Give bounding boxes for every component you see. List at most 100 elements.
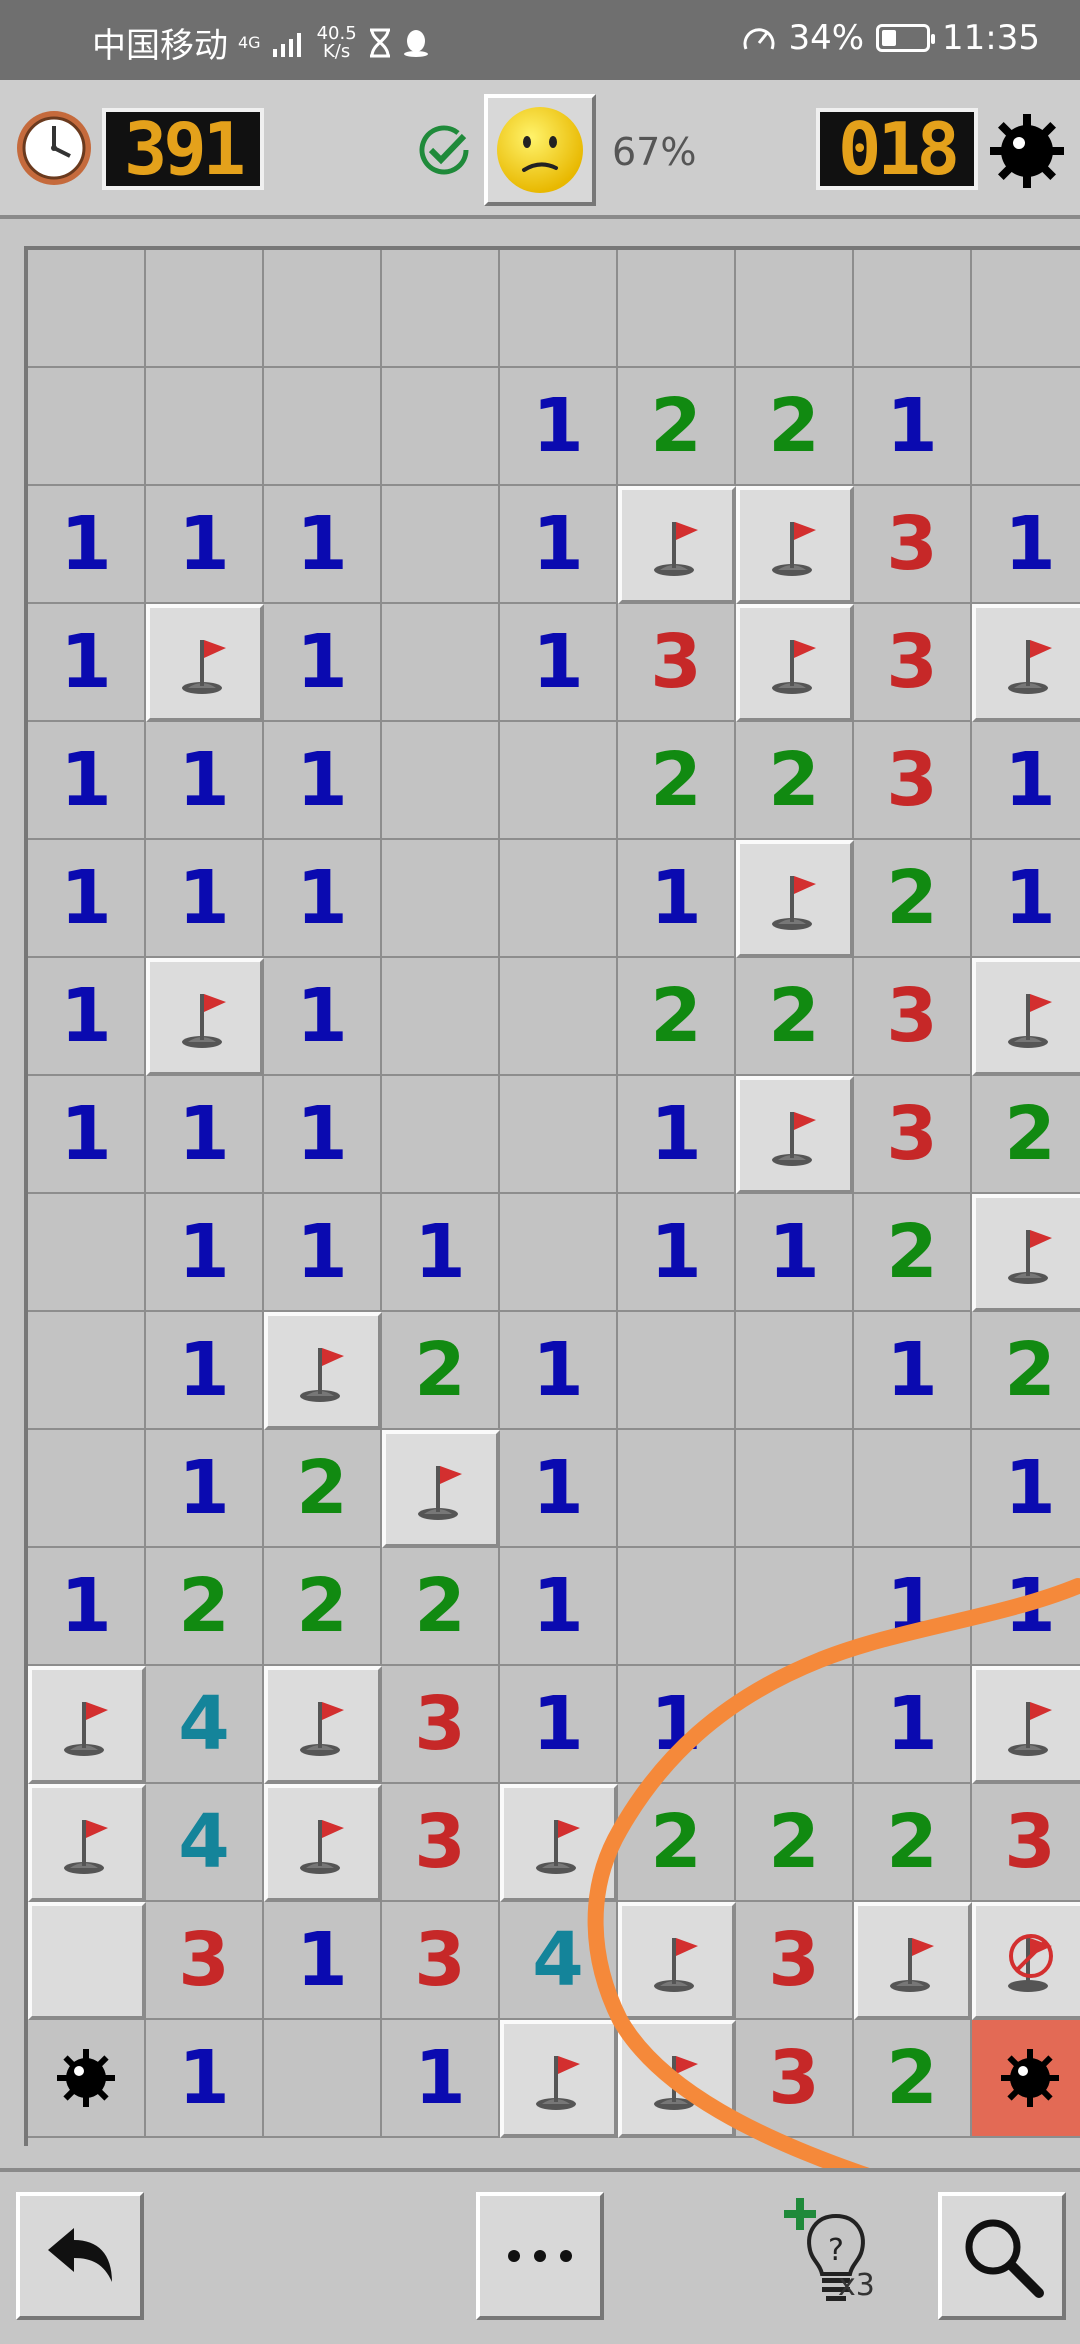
cell-number[interactable]: 1 <box>854 368 972 486</box>
cell-number[interactable]: 3 <box>854 486 972 604</box>
cell-number[interactable]: 1 <box>500 1666 618 1784</box>
cell-number[interactable]: 1 <box>500 1430 618 1548</box>
cell-number[interactable]: 1 <box>146 722 264 840</box>
cell-number[interactable]: 2 <box>382 1548 500 1666</box>
cell-number[interactable]: 1 <box>972 722 1080 840</box>
cell-flagged[interactable] <box>972 1194 1080 1312</box>
cell-flagged[interactable] <box>264 1666 382 1784</box>
cell-number[interactable]: 1 <box>264 840 382 958</box>
cell-flagged[interactable] <box>264 1784 382 1902</box>
cell-empty[interactable] <box>264 368 382 486</box>
cell-empty[interactable] <box>736 1548 854 1666</box>
cell-empty[interactable] <box>500 1194 618 1312</box>
cell-number[interactable]: 2 <box>264 1548 382 1666</box>
undo-button[interactable] <box>16 2192 144 2320</box>
cell-number[interactable]: 3 <box>382 1784 500 1902</box>
cell-number[interactable]: 3 <box>146 1902 264 2020</box>
zoom-button[interactable] <box>938 2192 1066 2320</box>
cell-flagged[interactable] <box>618 1902 736 2020</box>
cell-empty[interactable] <box>500 958 618 1076</box>
cell-number[interactable]: 2 <box>736 1784 854 1902</box>
cell-number[interactable]: 3 <box>736 2020 854 2138</box>
cell-empty[interactable] <box>28 1194 146 1312</box>
cell-number[interactable]: 3 <box>618 604 736 722</box>
cell-wrong-flag[interactable] <box>972 1902 1080 2020</box>
cell-number[interactable]: 1 <box>854 1666 972 1784</box>
cell-number[interactable]: 1 <box>264 958 382 1076</box>
cell-number[interactable]: 1 <box>500 604 618 722</box>
cell-flagged[interactable] <box>146 604 264 722</box>
cell-number[interactable]: 2 <box>972 1312 1080 1430</box>
cell-number[interactable]: 1 <box>618 1076 736 1194</box>
cell-number[interactable]: 1 <box>854 1312 972 1430</box>
cell-number[interactable]: 1 <box>500 1312 618 1430</box>
cell-number[interactable]: 1 <box>146 840 264 958</box>
cell-number[interactable]: 3 <box>854 604 972 722</box>
cell-number[interactable]: 1 <box>854 1548 972 1666</box>
cell-empty[interactable] <box>736 1666 854 1784</box>
cell-number[interactable]: 3 <box>972 1784 1080 1902</box>
cell-empty[interactable] <box>500 840 618 958</box>
cell-flagged[interactable] <box>854 1902 972 2020</box>
cell-number[interactable]: 1 <box>972 1548 1080 1666</box>
cell-empty[interactable] <box>972 368 1080 486</box>
cell-number[interactable]: 3 <box>854 722 972 840</box>
cell-flagged[interactable] <box>28 1666 146 1784</box>
cell-empty[interactable] <box>382 840 500 958</box>
cell-empty[interactable] <box>146 250 264 368</box>
cell-flagged[interactable] <box>972 604 1080 722</box>
cell-flagged[interactable] <box>146 958 264 1076</box>
cell-mine[interactable] <box>28 2020 146 2138</box>
cell-number[interactable]: 3 <box>382 1666 500 1784</box>
cell-number[interactable]: 1 <box>382 2020 500 2138</box>
cell-number[interactable]: 1 <box>28 840 146 958</box>
cell-flagged[interactable] <box>500 2020 618 2138</box>
cell-number[interactable]: 1 <box>146 486 264 604</box>
cell-number[interactable]: 4 <box>500 1902 618 2020</box>
cell-empty[interactable] <box>382 958 500 1076</box>
cell-number[interactable]: 1 <box>264 486 382 604</box>
cell-number[interactable]: 2 <box>972 1076 1080 1194</box>
cell-number[interactable]: 1 <box>736 1194 854 1312</box>
cell-empty[interactable] <box>618 1312 736 1430</box>
cell-empty[interactable] <box>28 368 146 486</box>
cell-number[interactable]: 2 <box>854 840 972 958</box>
cell-number[interactable]: 1 <box>146 2020 264 2138</box>
cell-empty[interactable] <box>382 486 500 604</box>
cell-flagged[interactable] <box>972 958 1080 1076</box>
cell-flagged[interactable] <box>736 486 854 604</box>
cell-number[interactable]: 3 <box>854 1076 972 1194</box>
cell-empty[interactable] <box>972 250 1080 368</box>
cell-number[interactable]: 1 <box>382 1194 500 1312</box>
cell-number[interactable]: 1 <box>264 1902 382 2020</box>
cell-number[interactable]: 3 <box>854 958 972 1076</box>
cell-empty[interactable] <box>382 368 500 486</box>
cell-number[interactable]: 1 <box>264 722 382 840</box>
cell-flagged[interactable] <box>736 840 854 958</box>
cell-empty[interactable] <box>854 250 972 368</box>
cell-flagged[interactable] <box>618 2020 736 2138</box>
cell-empty[interactable] <box>736 1430 854 1548</box>
cell-empty[interactable] <box>618 250 736 368</box>
cell-flagged[interactable] <box>972 1666 1080 1784</box>
cell-number[interactable]: 2 <box>736 722 854 840</box>
cell-number[interactable]: 1 <box>972 1430 1080 1548</box>
cell-number[interactable]: 1 <box>500 368 618 486</box>
cell-number[interactable]: 2 <box>854 2020 972 2138</box>
cell-number[interactable]: 1 <box>264 1194 382 1312</box>
cell-number[interactable]: 2 <box>854 1194 972 1312</box>
cell-flagged[interactable] <box>382 1430 500 1548</box>
cell-number[interactable]: 1 <box>28 722 146 840</box>
cell-number[interactable]: 1 <box>146 1430 264 1548</box>
cell-flagged[interactable] <box>500 1784 618 1902</box>
cell-number[interactable]: 4 <box>146 1784 264 1902</box>
cell-number[interactable]: 1 <box>146 1312 264 1430</box>
cell-empty[interactable] <box>146 368 264 486</box>
lightbulb-question-icon[interactable]: ? <box>776 2194 896 2314</box>
cell-exploded-mine[interactable] <box>972 2020 1080 2138</box>
cell-empty[interactable] <box>382 250 500 368</box>
cell-empty[interactable] <box>28 250 146 368</box>
cell-number[interactable]: 1 <box>500 486 618 604</box>
cell-number[interactable]: 2 <box>736 958 854 1076</box>
cell-number[interactable]: 1 <box>264 604 382 722</box>
